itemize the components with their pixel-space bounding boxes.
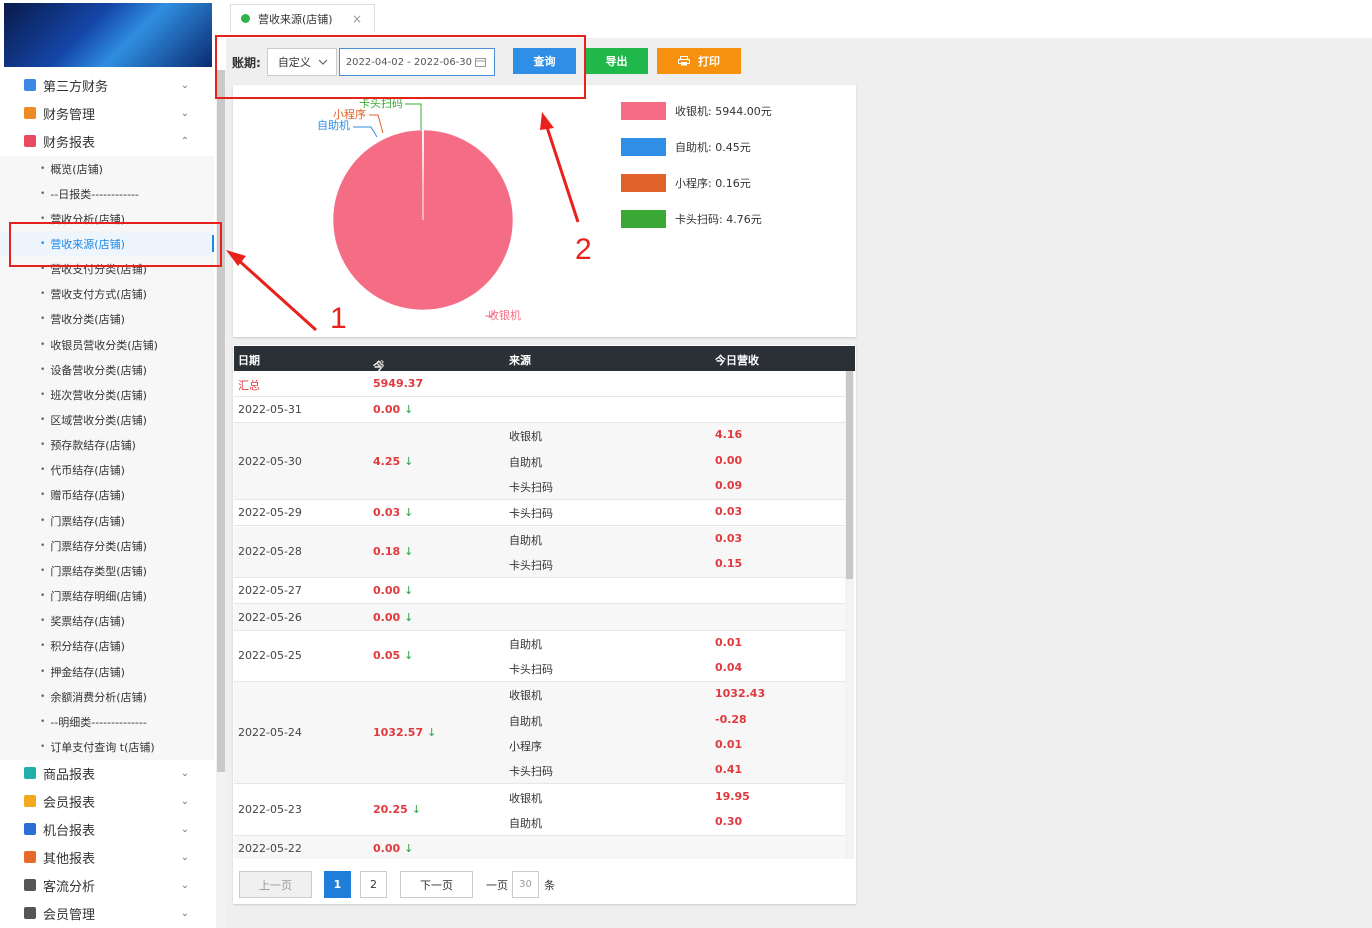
callout-number-2: 2 bbox=[575, 233, 592, 266]
annotation-arrows bbox=[226, 112, 580, 332]
callout-number-1: 1 bbox=[330, 302, 347, 335]
